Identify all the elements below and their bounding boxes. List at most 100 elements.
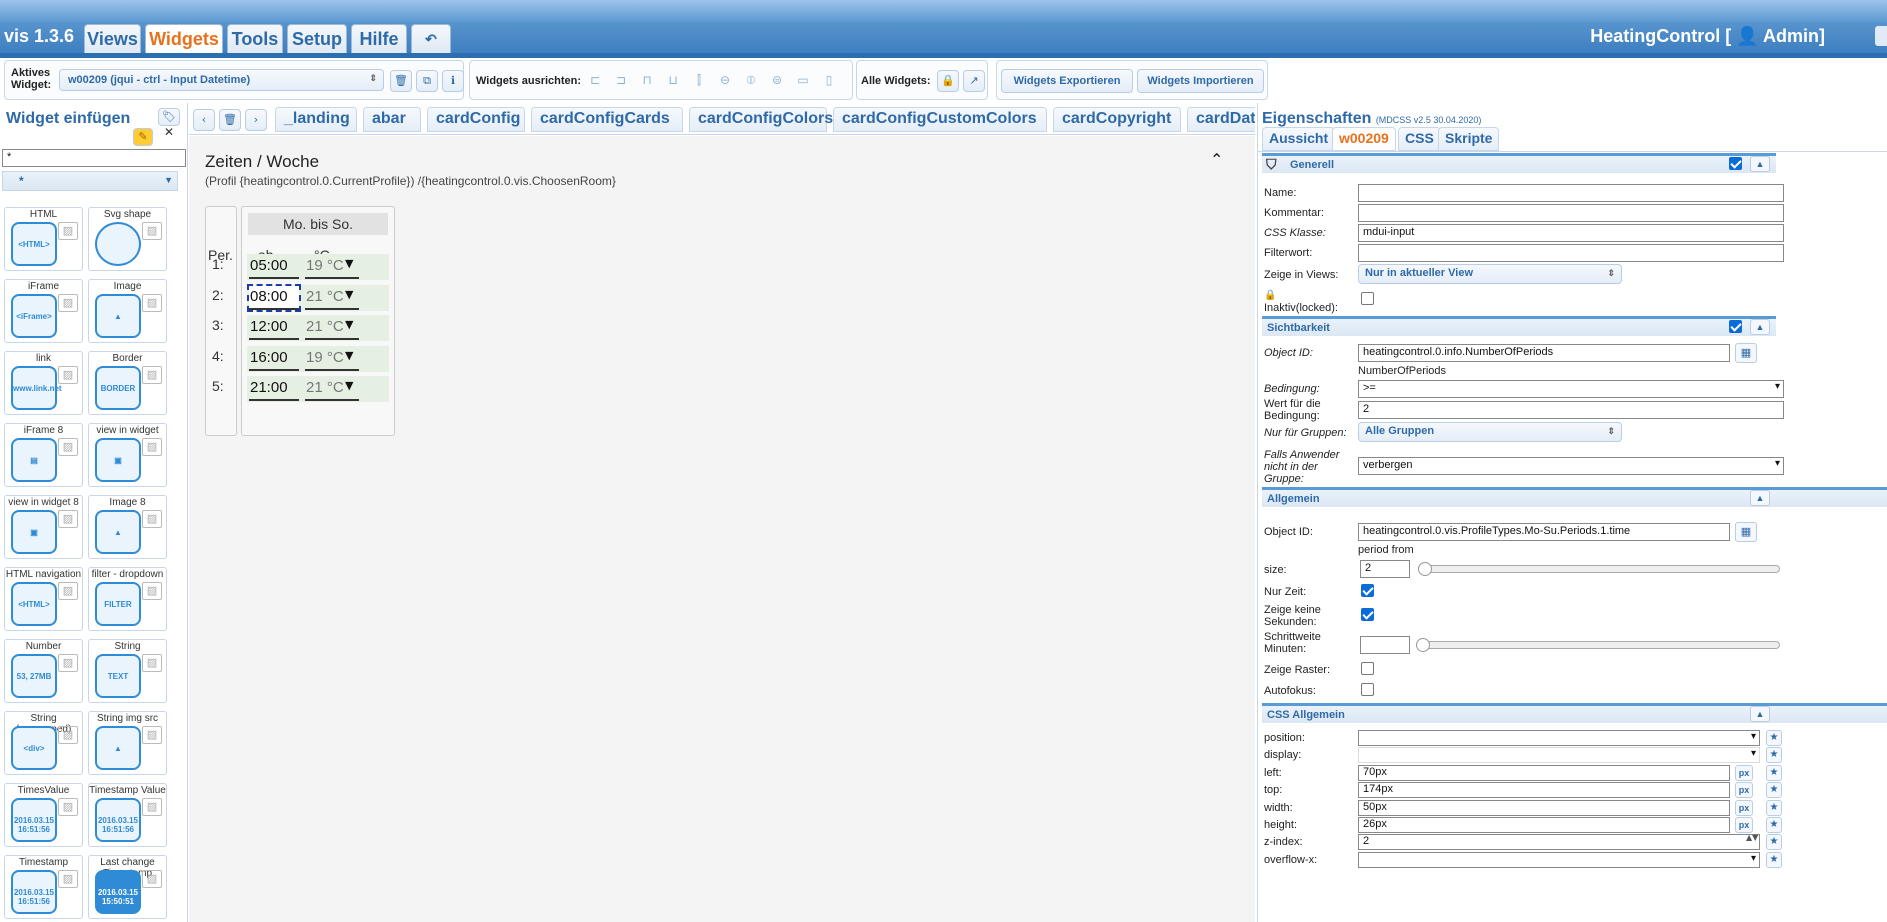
same-width-icon[interactable]: ▭	[792, 69, 814, 91]
css-klasse-field[interactable]: mdui-input	[1358, 224, 1784, 242]
css-prop-field[interactable]: 2	[1358, 834, 1760, 851]
view-tab[interactable]: cardConfigCards	[531, 107, 683, 132]
star-icon[interactable]: ★	[1766, 851, 1782, 868]
css-prop-select[interactable]: ▾	[1358, 851, 1760, 868]
star-icon[interactable]: ★	[1766, 834, 1782, 851]
widget-card[interactable]: String (unescaped)<div>▨	[4, 711, 83, 775]
undo-icon[interactable]: ↶	[411, 24, 451, 53]
widget-card[interactable]: view in widget 8 ▣ ▨	[4, 495, 83, 559]
import-button[interactable]: Widgets Importieren	[1137, 69, 1264, 93]
view-tab[interactable]: cardConfig	[427, 107, 525, 132]
chevron-up-icon[interactable]: ▲	[1750, 156, 1770, 172]
menu-setup[interactable]: Setup	[287, 24, 347, 53]
top-edge-handle[interactable]	[1875, 26, 1887, 46]
align-vcenter-icon[interactable]: ⫿	[688, 69, 710, 91]
css-prop-field[interactable]: 26px	[1358, 817, 1730, 833]
chevron-down-icon[interactable]: ▼	[345, 318, 353, 331]
star-icon[interactable]: ★	[1766, 782, 1782, 799]
widget-card[interactable]: Image 8 ▲ ▨	[88, 495, 167, 559]
time-input[interactable]: 08:00	[247, 283, 301, 312]
unit-px-button[interactable]: px	[1735, 799, 1753, 816]
sichtbarkeit-toggle-checkbox[interactable]	[1729, 320, 1742, 333]
widget-card[interactable]: filter - dropdown FILTER ▨	[88, 567, 167, 631]
select-oid-icon[interactable]: ▦	[1735, 522, 1757, 542]
widget-card[interactable]: Timestamp 2016.03.15 16:51:56 ▨	[4, 855, 83, 919]
widget-card[interactable]: HTML <HTML> ▨	[4, 207, 83, 271]
chevron-up-icon[interactable]: ▲	[1750, 319, 1770, 335]
sekunden-checkbox[interactable]	[1361, 608, 1374, 621]
select-oid-icon[interactable]: ▦	[1735, 343, 1757, 363]
unit-px-button[interactable]: px	[1735, 782, 1753, 799]
same-height-icon[interactable]: ▯	[818, 69, 840, 91]
widget-category-select[interactable]: * ▼	[2, 171, 178, 191]
section-sichtbarkeit[interactable]: Sichtbarkeit ▲	[1262, 316, 1776, 336]
chevron-down-icon[interactable]: ▼	[345, 288, 353, 301]
distribute-h-icon[interactable]: ⦶	[740, 69, 762, 91]
align-bottom-icon[interactable]: ⊔	[662, 69, 684, 91]
chevron-up-icon[interactable]: ▲	[1750, 706, 1770, 722]
widget-card[interactable]: String TEXT ▨	[88, 639, 167, 703]
star-icon[interactable]: ★	[1766, 730, 1782, 746]
spinner-icon[interactable]: ▲▼	[1746, 834, 1758, 842]
view-canvas[interactable]: Zeiten / Woche (Profil {heatingcontrol.0…	[189, 136, 1255, 922]
external-link-icon[interactable]: ↗	[963, 70, 985, 92]
star-icon[interactable]: ★	[1766, 799, 1782, 816]
menu-tools[interactable]: Tools	[227, 24, 283, 53]
section-allgemein[interactable]: Allgemein ▲	[1262, 487, 1887, 507]
name-field[interactable]	[1358, 184, 1784, 202]
kommentar-field[interactable]	[1358, 204, 1784, 222]
export-button[interactable]: Widgets Exportieren	[1001, 69, 1133, 93]
chevron-up-icon[interactable]: ▲	[1750, 490, 1770, 506]
allg-oid-field[interactable]: heatingcontrol.0.vis.ProfileTypes.Mo-Su.…	[1358, 523, 1730, 541]
prev-view-icon[interactable]: ‹	[193, 109, 215, 131]
css-prop-field[interactable]: 70px	[1358, 764, 1730, 781]
autofokus-checkbox[interactable]	[1361, 683, 1374, 696]
schritt-field[interactable]	[1360, 636, 1410, 654]
sicht-oid-field[interactable]: heatingcontrol.0.info.NumberOfPeriods	[1358, 344, 1730, 362]
view-tab[interactable]: cardCopyright	[1053, 107, 1181, 132]
chevron-down-icon[interactable]: ▼	[345, 349, 353, 362]
filterwort-field[interactable]	[1358, 244, 1784, 262]
css-prop-select[interactable]: ▾	[1358, 730, 1760, 746]
generell-toggle-checkbox[interactable]	[1729, 157, 1742, 170]
wert-field[interactable]: 2	[1358, 401, 1784, 419]
info-icon[interactable]: ℹ	[442, 70, 464, 92]
widget-card[interactable]: Last change Timestamp2016.03.15 15:50:51…	[88, 855, 167, 919]
widget-card[interactable]: view in widget ▣ ▨	[88, 423, 167, 487]
widget-card[interactable]: link www.link.net ▨	[4, 351, 83, 415]
view-tab[interactable]: _landing	[275, 107, 357, 132]
chevron-down-icon[interactable]: ▼	[345, 257, 353, 270]
time-input[interactable]: 05:00	[249, 255, 299, 279]
menu-views[interactable]: Views	[84, 24, 141, 53]
time-input[interactable]: 12:00	[249, 316, 299, 340]
lock-icon[interactable]: 🔒	[937, 70, 959, 92]
tab-css[interactable]: CSS	[1398, 127, 1441, 151]
widget-card[interactable]: iFrame <iFrame> ▨	[4, 279, 83, 343]
align-top-icon[interactable]: ⊓	[636, 69, 658, 91]
time-input[interactable]: 16:00	[249, 347, 299, 371]
nurzeit-checkbox[interactable]	[1361, 584, 1374, 597]
widget-card[interactable]: HTML navigation <HTML> ▨	[4, 567, 83, 631]
css-prop-field[interactable]: 50px	[1358, 799, 1730, 816]
view-tab[interactable]: cardDateAnd	[1187, 107, 1255, 132]
widget-card[interactable]: TimesValue 2016.03.15 16:51:56 ▨	[4, 783, 83, 847]
schritt-slider[interactable]	[1416, 638, 1780, 652]
css-prop-select[interactable]: ▾	[1358, 747, 1760, 764]
size-field[interactable]: 2	[1360, 560, 1410, 578]
section-generell[interactable]: ⛉ Generell ▲	[1262, 153, 1776, 173]
unit-px-button[interactable]: px	[1735, 764, 1753, 781]
inaktiv-checkbox[interactable]	[1361, 292, 1374, 305]
align-right-icon[interactable]: ⊐	[610, 69, 632, 91]
menu-widgets[interactable]: Widgets	[145, 24, 223, 53]
widget-card[interactable]: Timestamp Value 2016.03.15 16:51:56 ▨	[88, 783, 167, 847]
close-icon[interactable]: ✕	[164, 125, 174, 139]
section-css-allgemein[interactable]: CSS Allgemein ▲	[1262, 703, 1887, 723]
widget-card[interactable]: Image ▲ ▨	[88, 279, 167, 343]
copy-icon[interactable]: ⧉	[416, 70, 438, 92]
css-prop-field[interactable]: 174px	[1358, 782, 1730, 799]
next-view-icon[interactable]: ›	[245, 109, 267, 131]
align-hcenter-icon[interactable]: ⊖	[714, 69, 736, 91]
gruppen-select[interactable]: Alle Gruppen ⇕	[1358, 422, 1622, 442]
active-widget-select[interactable]: w00209 (jqui - ctrl - Input Datetime) ⇕	[59, 69, 384, 91]
size-slider[interactable]	[1418, 562, 1780, 576]
